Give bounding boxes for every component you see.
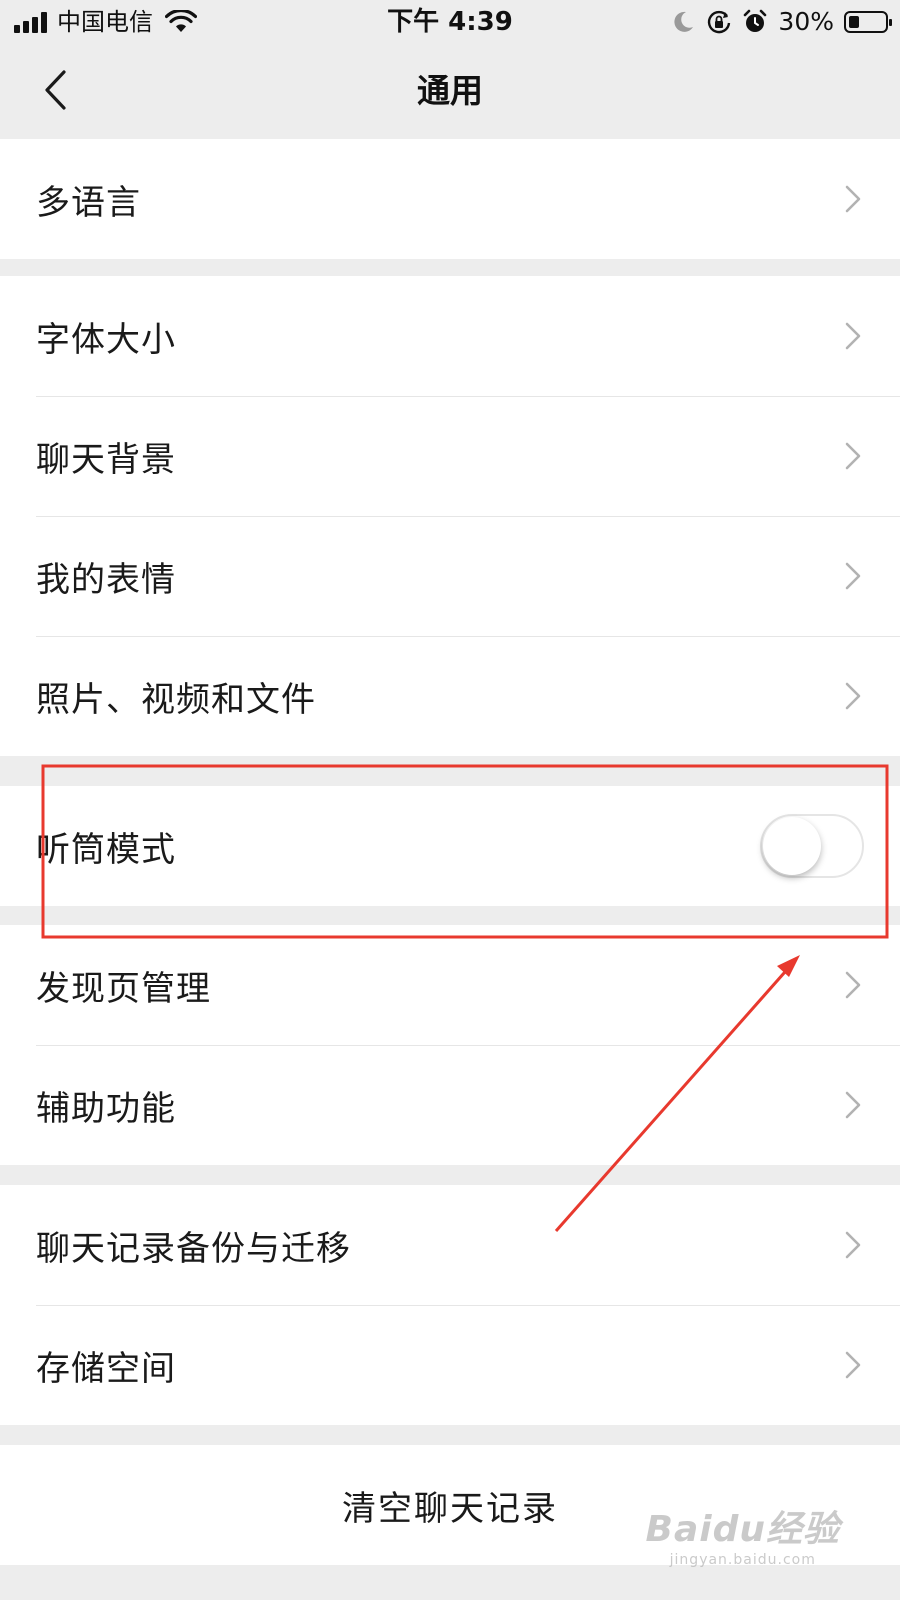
battery-icon bbox=[844, 11, 892, 33]
row-label: 字体大小 bbox=[36, 319, 176, 360]
clear-chat-history-label: 清空聊天记录 bbox=[342, 1488, 558, 1529]
baidu-watermark: Baidu经验 jingyan.baidu.com bbox=[646, 1500, 840, 1568]
settings-row-media[interactable]: 照片、视频和文件 bbox=[0, 636, 900, 756]
earpiece-mode-toggle[interactable] bbox=[760, 814, 864, 878]
chevron-right-icon bbox=[845, 1091, 861, 1119]
chevron-right-icon bbox=[845, 1231, 861, 1259]
settings-row-my-stickers[interactable]: 我的表情 bbox=[0, 516, 900, 636]
row-label: 我的表情 bbox=[36, 559, 176, 600]
moon-icon bbox=[674, 11, 694, 32]
nav-bar: 通用 bbox=[0, 44, 900, 139]
row-label: 聊天记录备份与迁移 bbox=[36, 1228, 351, 1269]
settings-screen: 中国电信 下午 4:39 30% 通用 多语言 字体大小 聊天背景 我的表情 照… bbox=[0, 0, 900, 1600]
settings-group-features: 发现页管理 辅助功能 bbox=[0, 925, 900, 1165]
battery-percent: 30% bbox=[778, 7, 834, 36]
chevron-right-icon bbox=[845, 442, 861, 470]
row-label: 存储空间 bbox=[36, 1348, 176, 1389]
chevron-right-icon bbox=[845, 682, 861, 710]
chevron-right-icon bbox=[845, 971, 861, 999]
battery-level bbox=[849, 16, 859, 28]
settings-row-language[interactable]: 多语言 bbox=[0, 139, 900, 259]
chevron-right-icon bbox=[845, 185, 861, 213]
settings-row-chat-background[interactable]: 聊天背景 bbox=[0, 396, 900, 516]
watermark-logo: Baidu经验 bbox=[645, 1509, 840, 1550]
settings-row-earpiece-mode: 听筒模式 bbox=[0, 786, 900, 906]
row-label: 多语言 bbox=[36, 182, 141, 223]
settings-row-discover-management[interactable]: 发现页管理 bbox=[0, 925, 900, 1045]
row-label: 聊天背景 bbox=[36, 439, 176, 480]
settings-row-font-size[interactable]: 字体大小 bbox=[0, 276, 900, 396]
settings-row-storage[interactable]: 存储空间 bbox=[0, 1305, 900, 1425]
settings-group-earpiece: 听筒模式 bbox=[0, 786, 900, 906]
row-label: 发现页管理 bbox=[36, 968, 211, 1009]
settings-row-chat-backup[interactable]: 聊天记录备份与迁移 bbox=[0, 1185, 900, 1305]
row-label: 照片、视频和文件 bbox=[36, 679, 316, 720]
alarm-icon bbox=[744, 9, 767, 32]
page-title: 通用 bbox=[417, 71, 483, 110]
toggle-knob bbox=[763, 817, 821, 875]
rotation-lock-icon bbox=[708, 10, 731, 34]
row-label: 听筒模式 bbox=[36, 829, 176, 870]
status-bar: 中国电信 下午 4:39 30% bbox=[0, 0, 900, 44]
chevron-right-icon bbox=[845, 562, 861, 590]
settings-group-language: 多语言 bbox=[0, 139, 900, 259]
watermark-url: jingyan.baidu.com bbox=[669, 1552, 816, 1568]
status-bar-right: 30% bbox=[670, 6, 892, 38]
chevron-right-icon bbox=[845, 1351, 861, 1379]
settings-row-accessibility[interactable]: 辅助功能 bbox=[0, 1045, 900, 1165]
chevron-right-icon bbox=[845, 322, 861, 350]
row-label: 辅助功能 bbox=[36, 1088, 176, 1129]
settings-group-storage: 聊天记录备份与迁移 存储空间 bbox=[0, 1185, 900, 1425]
settings-group-display: 字体大小 聊天背景 我的表情 照片、视频和文件 bbox=[0, 276, 900, 756]
